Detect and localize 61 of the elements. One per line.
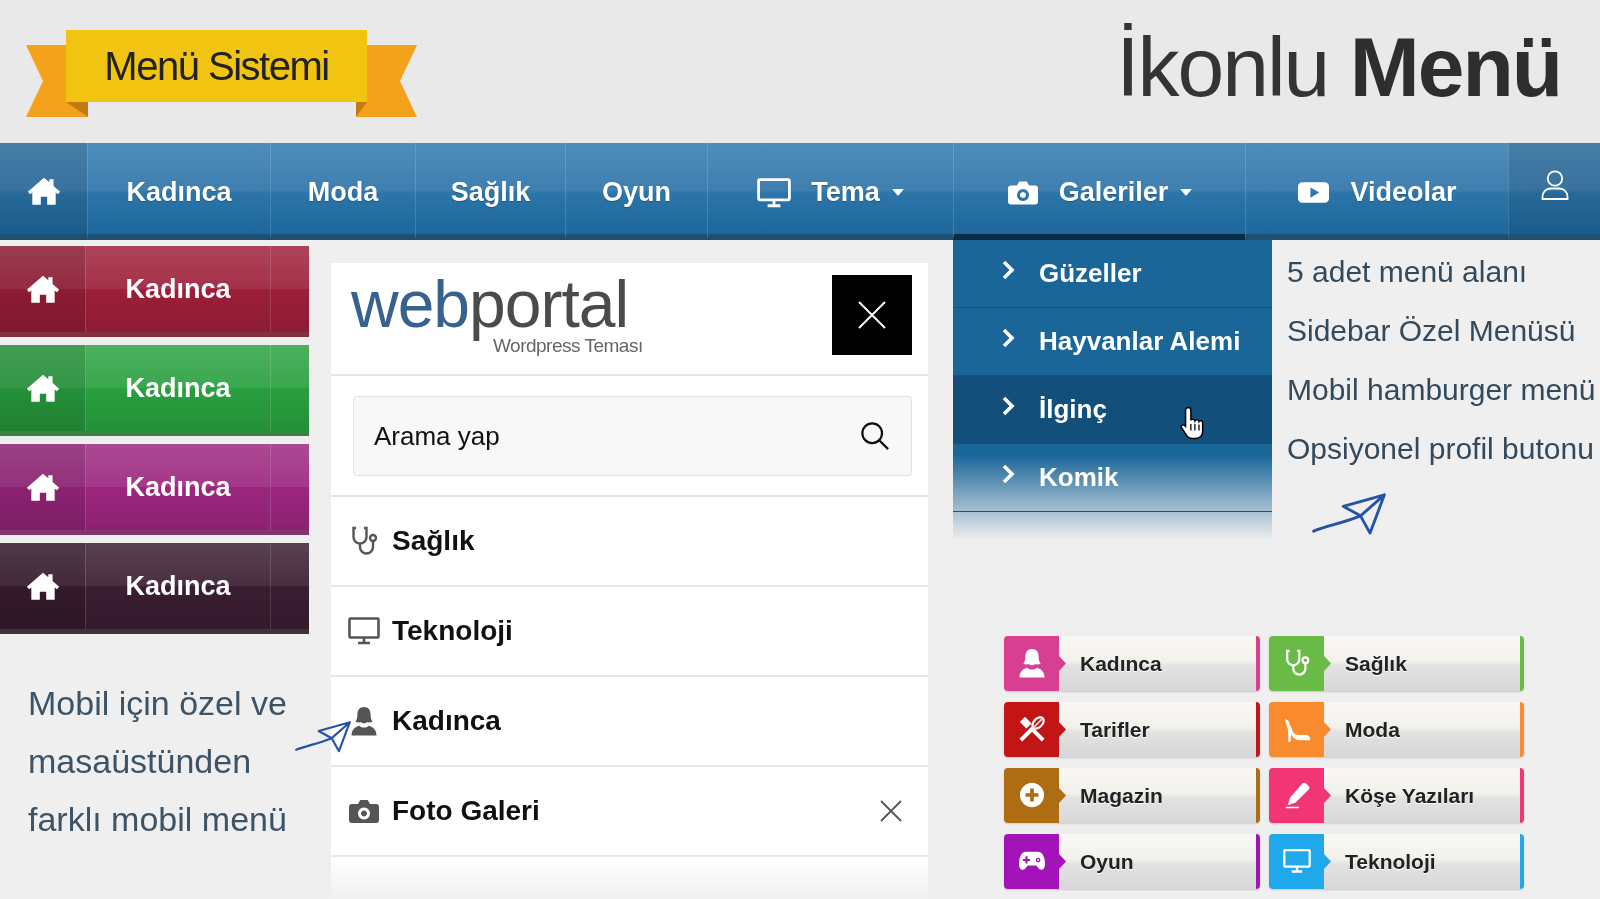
category-link[interactable]: Magazin <box>1004 768 1260 823</box>
monitor-icon <box>348 617 380 645</box>
home-icon <box>25 274 60 304</box>
feature-text: Opsiyonel profil butonu <box>1287 431 1594 467</box>
caption-text: Mobil için özel ve masaüstünden farklı mobil menü <box>28 683 288 840</box>
home-link[interactable] <box>0 143 87 240</box>
close-icon <box>880 800 902 822</box>
camera-icon <box>348 798 380 824</box>
dropdown-item[interactable]: İlginç <box>953 376 1272 444</box>
menu-link[interactable]: Kadınca <box>85 543 270 629</box>
logo: webportal Wordpress Teması <box>351 273 643 358</box>
category-link[interactable]: Tarifler <box>1004 702 1260 757</box>
nav-link[interactable]: Oyun <box>565 143 707 240</box>
close-icon <box>857 300 887 330</box>
home-icon <box>25 571 60 601</box>
play-icon <box>1297 181 1331 204</box>
close-button[interactable] <box>832 275 912 355</box>
home-icon <box>25 373 60 403</box>
category-link[interactable]: Moda <box>1269 702 1524 757</box>
nav-link[interactable]: Videolar <box>1245 143 1508 240</box>
nav-link[interactable]: Kadınca <box>87 143 270 240</box>
monitor-icon <box>757 177 792 208</box>
category-link[interactable]: Oyun <box>1004 834 1260 889</box>
menu-item[interactable]: Foto Galeri <box>331 767 928 857</box>
arrow-icon <box>1310 491 1388 535</box>
chevron-icon <box>1001 462 1015 485</box>
home-link[interactable] <box>0 444 85 530</box>
search-field[interactable]: Arama yap <box>353 396 912 476</box>
chevron-icon <box>1001 394 1015 417</box>
nav-link[interactable]: Sağlık <box>415 143 565 240</box>
home-link[interactable] <box>0 246 85 332</box>
menu-link[interactable]: Kadınca <box>85 246 270 332</box>
menu-item[interactable]: Kadınca <box>331 677 928 767</box>
chevron-icon <box>1001 326 1015 349</box>
category-link[interactable]: Teknoloji <box>1269 834 1524 889</box>
feature-text: Sidebar Özel Menüsü <box>1287 313 1576 349</box>
category-link[interactable]: Kadınca <box>1004 636 1260 691</box>
woman-icon <box>350 706 378 736</box>
page-title: İkonlu Menü <box>1116 22 1561 112</box>
home-icon <box>26 175 61 206</box>
feature-text: 5 adet menü alanı <box>1287 254 1528 290</box>
menu-item[interactable]: Sağlık <box>331 497 928 587</box>
search-icon <box>860 421 890 451</box>
nav-link[interactable]: Moda <box>270 143 415 240</box>
dropdown-item[interactable]: Güzeller <box>953 240 1272 308</box>
category-link[interactable]: Sağlık <box>1269 636 1524 691</box>
chevron-icon <box>1001 258 1015 281</box>
nav-link[interactable]: Tema <box>707 143 953 240</box>
profile-button[interactable] <box>1508 143 1600 240</box>
dropdown-item[interactable]: Komik <box>953 444 1272 512</box>
nav-link[interactable]: Galeriler <box>953 143 1245 240</box>
home-icon <box>25 472 60 502</box>
banner-title: Menü Sistemi <box>104 43 329 89</box>
category-link[interactable]: Köşe Yazıları <box>1269 768 1524 823</box>
home-link[interactable] <box>0 543 85 629</box>
menu-item[interactable]: Teknoloji <box>331 587 928 677</box>
user-icon <box>1540 168 1569 201</box>
stethoscope-icon <box>349 525 379 557</box>
camera-icon <box>1006 179 1039 206</box>
feature-text: Mobil hamburger menü <box>1287 372 1596 408</box>
menu-link[interactable]: Kadınca <box>85 444 270 530</box>
